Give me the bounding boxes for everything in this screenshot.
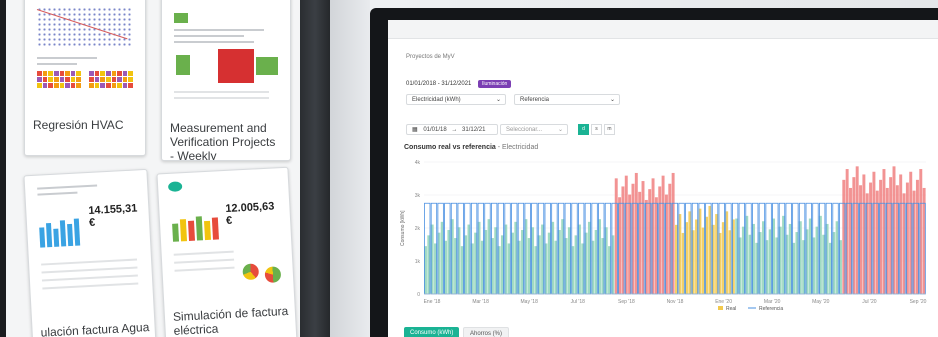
- metric-select-value: Electricidad (kWh): [412, 97, 461, 103]
- invoice-total: 14.155,31 €: [88, 202, 138, 229]
- consumption-chart: 4k 3k 2k 1k 0 Ene '18 Mar '18 May '18 Jul '18 Se…: [400, 160, 927, 311]
- text-line: [174, 91, 269, 93]
- chevron-down-icon: ⌄: [495, 97, 501, 103]
- x-tick-label: Jul '20: [862, 299, 877, 305]
- background-gap: [330, 0, 370, 337]
- bar-chart-thumbnail: [39, 217, 86, 248]
- date-range-picker[interactable]: ▦ 01/01/18 → 31/12/21: [406, 124, 498, 135]
- date-from: 01/01/18: [423, 127, 447, 133]
- chart-title: Consumo real vs referencia: [404, 144, 496, 151]
- invoice-total: 12.005,63 €: [225, 200, 275, 227]
- y-axis: 4k 3k 2k 1k 0: [415, 160, 421, 298]
- x-tick-label: Mar '20: [764, 299, 781, 305]
- x-tick-label: May '20: [812, 299, 830, 305]
- legend-swatch-real: [718, 306, 723, 310]
- report-card-title: Regresión HVAC: [33, 118, 124, 132]
- browser-top-strip: [388, 20, 938, 39]
- filter-select-placeholder: Seleccionar...: [506, 127, 543, 133]
- bar-thumbnail: [218, 49, 254, 83]
- text-line: [41, 258, 138, 266]
- x-tick-label: Nov '18: [667, 299, 684, 305]
- report-thumbnail: 12.005,63 €: [163, 172, 289, 309]
- date-to: 31/12/21: [462, 127, 486, 133]
- reference-select[interactable]: Referencia ⌄: [514, 94, 620, 105]
- reference-select-value: Referencia: [520, 97, 550, 103]
- left-monitor: Regresión HVAC Measurement and Verificat…: [0, 0, 330, 337]
- y-tick-label: 1k: [415, 259, 421, 265]
- text-line: [41, 266, 138, 274]
- granularity-month-button[interactable]: m: [604, 124, 615, 135]
- tab-consumo[interactable]: Consumo (kWh): [404, 327, 460, 337]
- y-tick-label: 3k: [415, 193, 421, 199]
- report-card-simulacion-factura-electrica[interactable]: 12.005,63 € Simulación de factura eléctr…: [156, 166, 298, 337]
- monitor-edge: [300, 0, 330, 337]
- left-screen-report-gallery: Regresión HVAC Measurement and Verificat…: [6, 0, 306, 337]
- x-tick-label: Jul '18: [571, 299, 586, 305]
- breadcrumb[interactable]: Proyectos de MyV: [406, 54, 455, 60]
- granularity-day-button[interactable]: d: [578, 124, 589, 135]
- text-line: [173, 250, 234, 256]
- bar-chart-thumbnail: [172, 213, 223, 242]
- report-card-simulacion-factura-agua[interactable]: 14.155,31 € ulación factura Agua: [23, 168, 157, 337]
- report-card-title: ulación factura Agua: [40, 319, 150, 337]
- y-tick-label: 2k: [415, 226, 421, 232]
- metric-select[interactable]: Electricidad (kWh) ⌄: [406, 94, 506, 105]
- pie-chart-thumbnail: [242, 263, 260, 281]
- x-tick-label: Mar '18: [472, 299, 489, 305]
- logo-thumbnail: [174, 13, 188, 23]
- legend-label-reference: Referencia: [759, 306, 783, 311]
- chart-legend: Real Referencia: [718, 306, 783, 311]
- y-axis-label: Consumo [kWh]: [400, 210, 406, 246]
- text-line: [174, 35, 244, 37]
- chevron-down-icon: ⌄: [557, 127, 563, 133]
- x-tick-label: Sep '18: [618, 299, 635, 305]
- filter-select[interactable]: Seleccionar... ⌄: [500, 124, 568, 135]
- text-line: [174, 258, 235, 264]
- tab-ahorros[interactable]: Ahorros (%): [463, 327, 510, 337]
- chart-subtitle: - Electricidad: [497, 144, 539, 151]
- arrow-right-icon: →: [451, 127, 458, 133]
- granularity-week-button[interactable]: s: [591, 124, 602, 135]
- text-line: [174, 41, 254, 43]
- text-line: [174, 97, 269, 99]
- x-axis: Ene '18 Mar '18 May '18 Jul '18 Sep '18 Nov '…: [424, 293, 927, 305]
- bar-thumbnail: [176, 55, 190, 75]
- report-thumbnail: [31, 0, 139, 109]
- heatmap-thumbnail: [37, 71, 81, 88]
- x-tick-label: Ene '18: [424, 299, 441, 305]
- heatmap-thumbnail: [89, 71, 133, 88]
- text-line: [42, 282, 139, 290]
- logo-thumbnail: [167, 181, 183, 192]
- report-card-title: Simulación de factura eléctrica: [172, 303, 289, 337]
- text-line: [37, 57, 97, 59]
- text-line: [174, 266, 235, 272]
- text-line: [37, 184, 98, 190]
- right-screen-dashboard: Proyectos de MyV 01/01/2018 - 31/12/2021…: [388, 20, 938, 337]
- report-card-regresion-hvac[interactable]: Regresión HVAC: [24, 0, 146, 156]
- bar-thumbnail: [256, 57, 278, 75]
- x-tick-label: Sep '20: [910, 299, 927, 305]
- report-thumbnail: [168, 0, 284, 111]
- legend-label-real: Real: [726, 306, 736, 311]
- date-range-label: 01/01/2018 - 31/12/2021: [406, 81, 472, 87]
- y-tick-label: 4k: [415, 160, 421, 166]
- text-line: [37, 191, 78, 196]
- tag-badge: Iluminación: [478, 80, 512, 88]
- y-tick-label: 0: [417, 292, 420, 298]
- pie-chart-thumbnail: [264, 266, 282, 284]
- report-card-title: Measurement and Verification Projects - …: [170, 121, 276, 161]
- chart-heading: Consumo real vs referencia - Electricida…: [404, 144, 538, 151]
- calendar-icon: ▦: [412, 127, 418, 133]
- text-line: [37, 63, 77, 65]
- report-card-measurement-verification[interactable]: Measurement and Verification Projects - …: [161, 0, 291, 161]
- real-consumption-series: [424, 166, 926, 294]
- report-thumbnail: 14.155,31 €: [30, 174, 148, 320]
- chevron-down-icon: ⌄: [609, 97, 615, 103]
- text-line: [174, 29, 264, 31]
- x-tick-label: May '18: [521, 299, 539, 305]
- text-line: [41, 274, 138, 282]
- x-tick-label: Ene '20: [715, 299, 732, 305]
